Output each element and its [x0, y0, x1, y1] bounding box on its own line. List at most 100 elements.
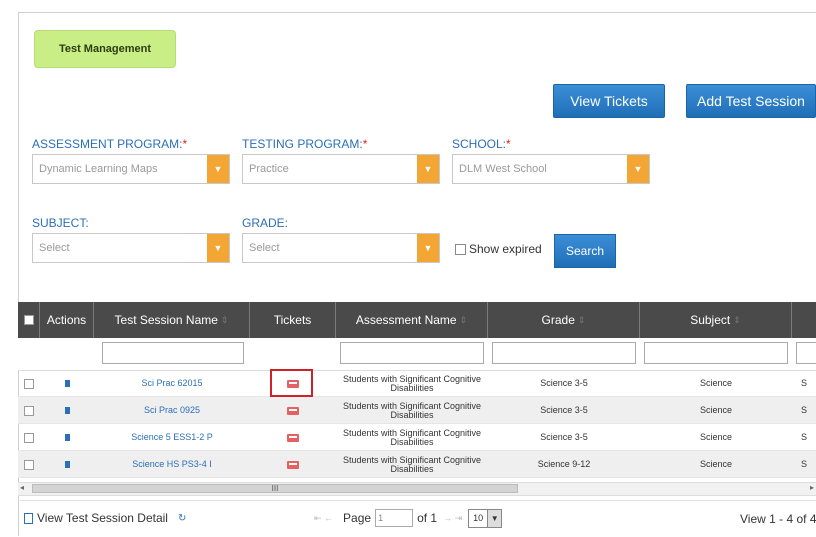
chevron-down-icon: ▼ — [487, 509, 502, 527]
chevron-down-icon: ▼ — [207, 234, 229, 262]
rows-per-page-select[interactable]: 10 ▼ — [468, 508, 503, 528]
show-expired-label: Show expired — [469, 242, 542, 256]
action-icon[interactable] — [64, 407, 70, 414]
first-prev-page-icon[interactable]: ⇤ ← — [314, 513, 333, 524]
chevron-down-icon: ▼ — [417, 234, 439, 262]
extra-cell: S — [800, 459, 807, 469]
subject-select[interactable]: Select ▼ — [32, 233, 230, 263]
testing-program-select[interactable]: Practice ▼ — [242, 154, 440, 184]
row-checkbox[interactable] — [24, 459, 34, 470]
test-management-tab[interactable]: Test Management — [34, 30, 176, 68]
chevron-down-icon: ▼ — [627, 155, 649, 183]
show-expired-checkbox[interactable] — [455, 243, 466, 255]
filter-extra[interactable] — [796, 342, 816, 364]
view-test-session-detail-link[interactable]: View Test Session Detail ↻ — [24, 511, 186, 525]
grade-cell: Science 9-12 — [537, 459, 591, 469]
subject-value: Select — [39, 242, 70, 254]
grade-cell: Science 3-5 — [540, 378, 588, 388]
add-test-session-button[interactable]: Add Test Session — [686, 84, 816, 118]
extra-cell: S — [800, 378, 807, 388]
test-session-link[interactable]: Science 5 ESS1-2 P — [131, 433, 213, 442]
table-row: Science HS PS3-4 I Students with Signifi… — [18, 451, 816, 478]
filter-assessment-name[interactable] — [340, 342, 484, 364]
grade-label: GRADE: — [242, 216, 289, 230]
next-last-page-icon[interactable]: → ⇥ — [443, 513, 462, 524]
column-header-grade[interactable]: Grade ⇕ — [488, 302, 640, 338]
table-row: Science 5 ESS1-2 P Students with Signifi… — [18, 424, 816, 451]
action-icon[interactable] — [64, 461, 70, 468]
assessment-program-label: ASSESSMENT PROGRAM:* — [32, 137, 188, 151]
chevron-down-icon: ▼ — [417, 155, 439, 183]
chevron-down-icon: ▼ — [207, 155, 229, 183]
row-checkbox[interactable] — [24, 405, 34, 416]
action-icon[interactable] — [64, 434, 70, 441]
column-header-extra — [792, 302, 816, 338]
column-header-actions[interactable]: Actions — [40, 302, 94, 338]
sort-icon: ⇕ — [733, 314, 741, 325]
grade-select[interactable]: Select ▼ — [242, 233, 440, 263]
horizontal-scrollbar[interactable]: ◂ III ▸ — [18, 482, 816, 496]
row-checkbox[interactable] — [24, 432, 34, 443]
grade-cell: Science 3-5 — [540, 405, 588, 415]
school-value: DLM West School — [459, 163, 547, 175]
test-session-link[interactable]: Sci Prac 62015 — [141, 379, 202, 388]
assessment-name-cell: Students with Significant Cognitive Disa… — [342, 454, 482, 474]
row-checkbox[interactable] — [24, 378, 34, 389]
view-tickets-button[interactable]: View Tickets — [553, 84, 665, 118]
grid-filter-row — [18, 338, 816, 371]
subject-cell: Science — [699, 432, 733, 442]
show-expired-toggle[interactable]: Show expired — [455, 242, 542, 256]
subject-cell: Science — [699, 405, 733, 415]
testing-program-label: TESTING PROGRAM:* — [242, 137, 368, 151]
column-header-subject[interactable]: Subject ⇕ — [640, 302, 792, 338]
page-label: Page — [343, 511, 372, 525]
column-header-test-session-name[interactable]: Test Session Name ⇕ — [94, 302, 250, 338]
extra-cell: S — [800, 432, 807, 442]
scrollbar-thumb[interactable]: III — [32, 484, 518, 493]
scroll-left-arrow-icon[interactable]: ◂ — [20, 483, 24, 492]
sort-icon: ⇕ — [459, 314, 468, 325]
subject-label: SUBJECT: — [32, 216, 89, 230]
scroll-right-arrow-icon[interactable]: ▸ — [810, 483, 814, 492]
filter-subject[interactable] — [644, 342, 788, 364]
table-row: Sci Prac 62015 Students with Significant… — [18, 370, 816, 397]
testing-program-value: Practice — [249, 163, 289, 175]
grid-pager: View Test Session Detail ↻ ⇤ ← Page of 1… — [18, 500, 816, 537]
grid-header: Actions Test Session Name ⇕ Tickets Asses… — [18, 302, 816, 338]
ticket-print-icon[interactable] — [287, 460, 299, 469]
assessment-name-cell: Students with Significant Cognitive Disa… — [342, 373, 482, 393]
refresh-icon[interactable]: ↻ — [178, 513, 186, 524]
column-header-tickets[interactable]: Tickets — [250, 302, 336, 338]
page-count-label: of 1 — [417, 511, 438, 525]
action-icon[interactable] — [64, 380, 70, 387]
subject-cell: Science — [699, 378, 733, 388]
table-row: Sci Prac 0925 Students with Significant … — [18, 397, 816, 424]
pagination-controls: ⇤ ← Page of 1 → ⇥ 10 ▼ — [314, 507, 503, 529]
page-number-input[interactable] — [375, 509, 414, 527]
ticket-highlight-box — [270, 369, 313, 397]
select-all-checkbox[interactable] — [23, 315, 34, 325]
ticket-print-icon[interactable] — [287, 406, 299, 415]
ticket-print-icon[interactable] — [287, 433, 299, 442]
filter-test-session-name[interactable] — [102, 342, 244, 364]
sort-icon: ⇕ — [577, 314, 586, 325]
document-icon — [24, 512, 33, 524]
test-session-link[interactable]: Science HS PS3-4 I — [132, 460, 212, 469]
sort-icon: ⇕ — [220, 314, 229, 325]
assessment-name-cell: Students with Significant Cognitive Disa… — [342, 400, 482, 420]
assessment-program-value: Dynamic Learning Maps — [39, 163, 158, 175]
school-label: SCHOOL:* — [452, 137, 511, 151]
assessment-name-cell: Students with Significant Cognitive Disa… — [342, 427, 482, 447]
school-select[interactable]: DLM West School ▼ — [452, 154, 650, 184]
column-header-assessment-name[interactable]: Assessment Name ⇕ — [336, 302, 488, 338]
test-session-link[interactable]: Sci Prac 0925 — [144, 406, 200, 415]
search-button[interactable]: Search — [554, 234, 616, 268]
test-session-grid: Actions Test Session Name ⇕ Tickets Asses… — [18, 302, 816, 492]
extra-cell: S — [800, 405, 807, 415]
grade-cell: Science 3-5 — [540, 432, 588, 442]
record-count: View 1 - 4 of 4 — [740, 512, 816, 526]
assessment-program-select[interactable]: Dynamic Learning Maps ▼ — [32, 154, 230, 184]
subject-cell: Science — [699, 459, 733, 469]
filter-grade[interactable] — [492, 342, 636, 364]
select-all-header — [18, 302, 40, 338]
